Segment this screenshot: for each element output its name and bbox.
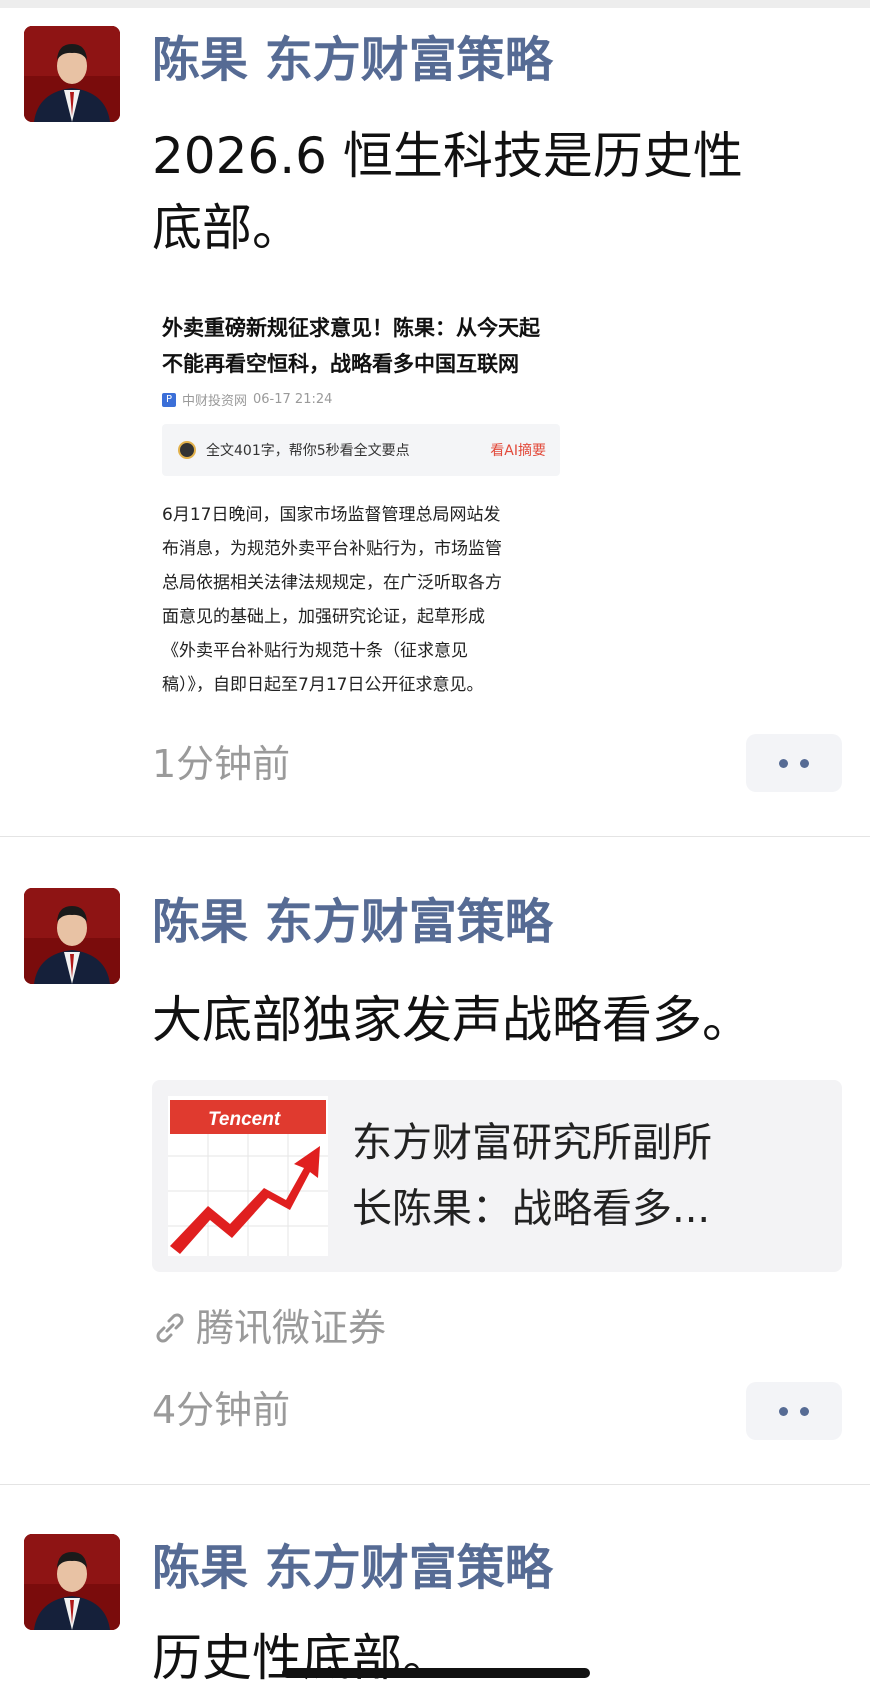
more-button[interactable] <box>746 1382 842 1440</box>
post-text-line: 2026.6 恒生科技是历史性 <box>152 127 743 185</box>
article-source: P 中财投资网 06-17 21:24 <box>162 390 332 409</box>
more-button[interactable] <box>746 734 842 792</box>
post-text-line: 底部。 <box>152 199 302 257</box>
top-edge <box>0 0 870 8</box>
post-text-line: 历史性底部。 <box>152 1629 452 1687</box>
article-body-line: 稿）》，自即日起至7月17日公开征求意见。 <box>162 675 484 695</box>
ai-summary-text: 全文401字，帮你5秒看全文要点 <box>206 443 410 459</box>
home-indicator[interactable] <box>282 1668 590 1678</box>
link-source-name: 腾讯微证券 <box>196 1306 387 1350</box>
author-name[interactable]: 陈果 东方财富策略 <box>152 30 553 90</box>
article-date: 06-17 21:24 <box>253 392 333 407</box>
post-text-line: 大底部独家发声战略看多。 <box>152 991 752 1049</box>
author-name[interactable]: 陈果 东方财富策略 <box>152 1538 553 1598</box>
author-name[interactable]: 陈果 东方财富策略 <box>152 892 553 952</box>
article-body-line: 6月17日晚间，国家市场监督管理总局网站发 <box>162 505 501 525</box>
ai-avatar-icon <box>178 441 196 459</box>
more-icon <box>779 758 788 768</box>
link-title-line: 长陈果：战略看多... <box>352 1186 711 1232</box>
post-divider <box>0 836 870 837</box>
more-icon <box>800 758 809 768</box>
tencent-logo-text: Tencent <box>208 1109 281 1130</box>
more-icon <box>779 1406 788 1416</box>
ai-summary-link: 看AI摘要 <box>490 443 546 459</box>
article-source-name: 中财投资网 <box>182 394 248 409</box>
avatar[interactable] <box>24 26 120 122</box>
ai-summary-bar: 全文401字，帮你5秒看全文要点 看AI摘要 <box>162 424 560 476</box>
link-icon <box>156 1313 184 1343</box>
article-body-line: 面意见的基础上，加强研究论证，起草形成 <box>162 607 485 627</box>
article-title-line: 不能再看空恒科，战略看多中国互联网 <box>162 352 519 376</box>
source-logo-icon: P <box>162 392 176 407</box>
avatar[interactable] <box>24 1534 120 1630</box>
article-screenshot[interactable]: 外卖重磅新规征求意见！陈果：从今天起 不能再看空恒科，战略看多中国互联网 P 中… <box>152 268 566 714</box>
article-title: 外卖重磅新规征求意见！陈果：从今天起 不能再看空恒科，战略看多中国互联网 <box>162 310 562 382</box>
link-title-line: 东方财富研究所副所 <box>352 1120 712 1166</box>
post-divider <box>0 1484 870 1485</box>
article-body-line: 《外卖平台补贴行为规范十条（征求意见 <box>162 641 468 661</box>
shared-link-card[interactable]: Tencent 东方财富研究所副所 长陈果：战略看多... <box>152 1080 842 1272</box>
article-body-line: 布消息，为规范外卖平台补贴行为，市场监管 <box>162 539 502 559</box>
article-body-line: 总局依据相关法律法规规定，在广泛听取各方 <box>162 573 502 593</box>
link-title: 东方财富研究所副所 长陈果：战略看多... <box>352 1110 822 1242</box>
article-title-line: 外卖重磅新规征求意见！陈果：从今天起 <box>162 316 540 340</box>
link-source[interactable]: 腾讯微证券 <box>152 1304 386 1352</box>
post-time: 1分钟前 <box>152 742 291 786</box>
avatar[interactable] <box>24 888 120 984</box>
post-time: 4分钟前 <box>152 1388 291 1432</box>
link-thumbnail: Tencent <box>168 1096 328 1256</box>
more-icon <box>800 1406 809 1416</box>
article-body: 6月17日晚间，国家市场监督管理总局网站发 布消息，为规范外卖平台补贴行为，市场… <box>162 498 562 702</box>
